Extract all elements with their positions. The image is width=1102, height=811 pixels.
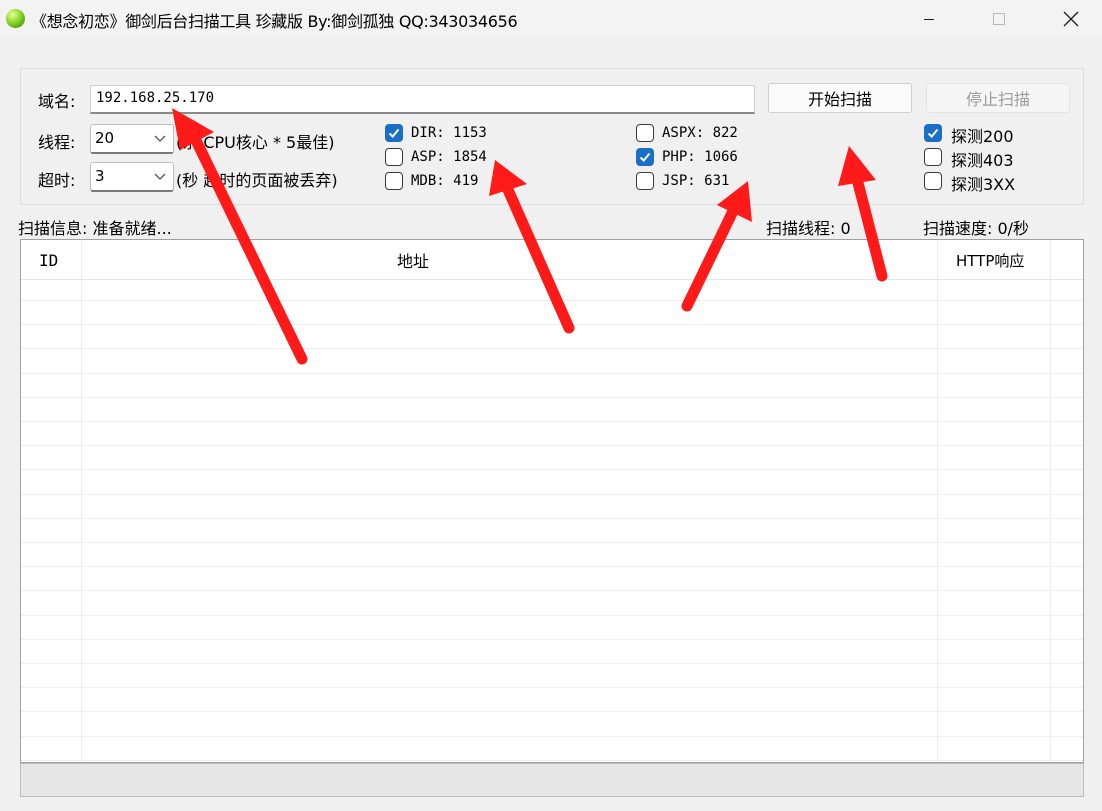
table-row-line bbox=[21, 663, 1083, 664]
aspx-label: ASPX: 822 bbox=[662, 125, 738, 141]
app-icon bbox=[6, 9, 25, 28]
domain-label: 域名: bbox=[38, 92, 76, 111]
dir-label: DIR: 1153 bbox=[411, 125, 487, 141]
table-row-line bbox=[21, 324, 1083, 325]
column-header-id[interactable]: ID bbox=[39, 240, 58, 280]
aspx-checkbox[interactable] bbox=[636, 124, 654, 142]
asp-label: ASP: 1854 bbox=[411, 149, 487, 165]
chevron-down-icon bbox=[154, 173, 166, 180]
scan-info-status: 扫描信息: 准备就绪... bbox=[18, 219, 172, 238]
table-row-line bbox=[21, 469, 1083, 470]
close-icon[interactable] bbox=[1048, 0, 1094, 38]
php-checkbox[interactable] bbox=[636, 148, 654, 166]
table-row-line bbox=[21, 397, 1083, 398]
status-bar bbox=[20, 763, 1084, 797]
mdb-checkbox[interactable] bbox=[385, 172, 403, 190]
dir-checkbox[interactable] bbox=[385, 124, 403, 142]
detect-200-label: 探测200 bbox=[951, 127, 1014, 146]
table-row-line bbox=[21, 445, 1083, 446]
column-divider bbox=[1050, 240, 1051, 762]
table-header: ID 地址 HTTP响应 bbox=[21, 240, 1083, 280]
table-row-line bbox=[21, 421, 1083, 422]
mdb-label: MDB: 419 bbox=[411, 173, 479, 189]
detect-403-label: 探测403 bbox=[951, 151, 1014, 170]
table-row-line bbox=[21, 711, 1083, 712]
table-row-line bbox=[21, 542, 1083, 543]
table-row-line bbox=[21, 615, 1083, 616]
threads-select[interactable]: 20 bbox=[90, 124, 174, 154]
jsp-checkbox[interactable] bbox=[636, 172, 654, 190]
table-row-line bbox=[21, 518, 1083, 519]
window-title: 《想念初恋》御剑后台扫描工具 珍藏版 By:御剑孤独 QQ:343034656 bbox=[31, 12, 518, 31]
timeout-select[interactable]: 3 bbox=[90, 162, 174, 192]
table-row-line bbox=[21, 590, 1083, 591]
results-table[interactable]: ID 地址 HTTP响应 bbox=[20, 239, 1084, 763]
php-label: PHP: 1066 bbox=[662, 149, 738, 165]
threads-label: 线程: bbox=[38, 133, 76, 152]
chevron-down-icon bbox=[154, 135, 166, 142]
title-bar: 《想念初恋》御剑后台扫描工具 珍藏版 By:御剑孤独 QQ:343034656 bbox=[0, 0, 1102, 38]
table-row-line bbox=[21, 300, 1083, 301]
column-divider bbox=[937, 240, 938, 762]
table-row-line bbox=[21, 494, 1083, 495]
column-header-http-response[interactable]: HTTP响应 bbox=[956, 240, 1024, 280]
threads-value: 20 bbox=[95, 129, 115, 147]
table-row-line bbox=[21, 373, 1083, 374]
minimize-icon[interactable] bbox=[906, 0, 952, 38]
detect-403-checkbox[interactable] bbox=[924, 148, 942, 166]
table-row-line bbox=[21, 760, 1083, 761]
detect-3xx-label: 探测3XX bbox=[951, 175, 1016, 194]
timeout-value: 3 bbox=[95, 167, 105, 185]
threads-hint: (系 CPU核心 * 5最佳) bbox=[176, 133, 335, 152]
table-row-line bbox=[21, 736, 1083, 737]
column-header-address[interactable]: 地址 bbox=[397, 240, 429, 280]
timeout-label: 超时: bbox=[38, 171, 76, 190]
asp-checkbox[interactable] bbox=[385, 148, 403, 166]
jsp-label: JSP: 631 bbox=[662, 173, 730, 189]
table-row-line bbox=[21, 566, 1083, 567]
scan-threads-status: 扫描线程: 0 bbox=[766, 219, 851, 238]
table-row-line bbox=[21, 348, 1083, 349]
domain-input[interactable]: 192.168.25.170 bbox=[90, 85, 755, 114]
start-scan-button[interactable]: 开始扫描 bbox=[768, 83, 912, 113]
scan-speed-status: 扫描速度: 0/秒 bbox=[923, 219, 1030, 238]
maximize-icon[interactable] bbox=[976, 0, 1022, 38]
stop-scan-button[interactable]: 停止扫描 bbox=[926, 83, 1070, 113]
timeout-hint: (秒 超时的页面被丢弃) bbox=[176, 171, 338, 190]
column-divider bbox=[81, 240, 82, 762]
detect-200-checkbox[interactable] bbox=[924, 124, 942, 142]
table-row-line bbox=[21, 639, 1083, 640]
detect-3xx-checkbox[interactable] bbox=[924, 172, 942, 190]
table-row-line bbox=[21, 687, 1083, 688]
